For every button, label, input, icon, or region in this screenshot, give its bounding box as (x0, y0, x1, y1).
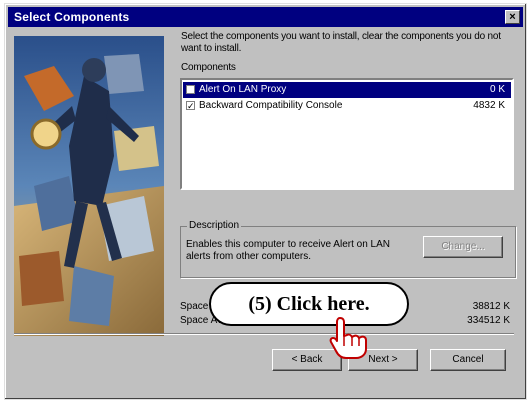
instructions-text: Select the components you want to instal… (181, 31, 501, 54)
components-label: Components (181, 62, 236, 73)
setup-illustration-art (14, 36, 164, 336)
component-row-alert-on-lan-proxy[interactable]: Alert On LAN Proxy 0 K (183, 82, 511, 98)
component-size: 4832 K (473, 100, 505, 111)
components-label-text: Components (181, 62, 236, 73)
component-name: Alert On LAN Proxy (199, 84, 287, 95)
title-bar: Select Components × (8, 7, 523, 27)
component-name: Backward Compatibility Console (199, 100, 343, 111)
close-icon: × (509, 11, 516, 23)
close-button[interactable]: × (505, 10, 520, 24)
checkbox-icon[interactable]: ✓ (186, 101, 195, 111)
description-text: Enables this computer to receive Alert o… (186, 239, 390, 262)
button-separator (14, 333, 514, 335)
description-group: Description Enables this computer to rec… (180, 220, 516, 278)
components-list[interactable]: Alert On LAN Proxy 0 K ✓ Backward Compat… (180, 78, 514, 190)
component-size: 0 K (489, 84, 505, 95)
description-label: Description (187, 220, 242, 231)
cancel-button[interactable]: Cancel (430, 349, 506, 371)
change-button[interactable]: Change... (423, 236, 503, 258)
callout-text: (5) Click here. (248, 293, 370, 315)
space-available-value: 334512 K (467, 315, 510, 326)
pointing-hand-icon (329, 317, 367, 359)
checkbox-icon[interactable] (186, 85, 195, 94)
component-row-backward-compatibility-console[interactable]: ✓ Backward Compatibility Console 4832 K (183, 98, 511, 114)
window-title: Select Components (14, 10, 130, 24)
space-required-value: 38812 K (472, 301, 510, 312)
setup-illustration (14, 36, 164, 336)
click-here-callout: (5) Click here. (209, 282, 409, 326)
